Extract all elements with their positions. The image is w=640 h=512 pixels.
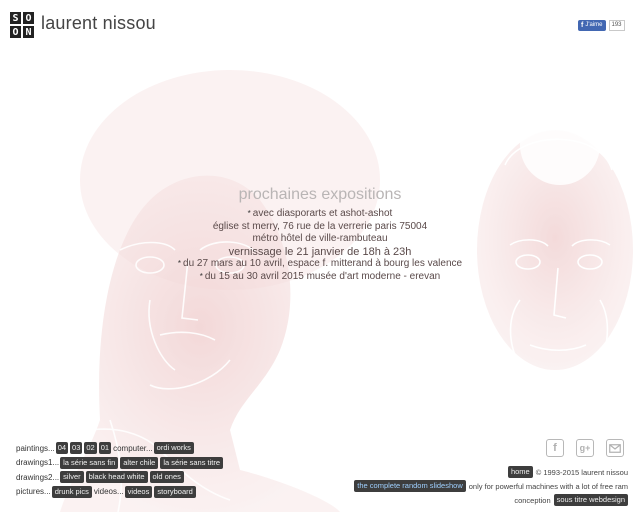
nav-link[interactable]: silver — [60, 471, 84, 484]
nav-link[interactable]: drunk pics — [51, 485, 92, 498]
logo-letter: O — [9, 25, 22, 39]
nav-row-paintings: paintings... 04 03 02 01 computer... ord… — [16, 441, 225, 456]
exhibition-line: église st merry, 76 rue de la verrerie p… — [212, 220, 428, 232]
footer-row: home © 1993-2015 laurent nissou — [354, 465, 628, 479]
exhibition-line: * du 27 mars au 10 avril, espace f. mitte… — [177, 258, 463, 269]
nav-link[interactable]: 02 — [84, 442, 97, 455]
google-plus-icon[interactable]: g+ — [576, 439, 594, 457]
exhibitions-title: prochaines expositions — [238, 186, 402, 203]
footer-row: the complete random slideshow only for p… — [354, 479, 628, 493]
slideshow-link[interactable]: the complete random slideshow — [354, 480, 466, 492]
nav-link[interactable]: videos — [124, 485, 153, 498]
email-icon[interactable] — [606, 439, 624, 457]
nav-link[interactable]: ordi works — [153, 442, 194, 455]
facebook-like-button[interactable]: f J'aime — [578, 19, 606, 31]
nav-label: computer... — [113, 443, 153, 453]
bullet-star: * — [247, 209, 251, 218]
nav-link[interactable]: la série sans fin — [60, 456, 119, 469]
footer-row: conception sous titre webdesign — [354, 493, 628, 507]
nav-label: videos... — [93, 487, 124, 497]
logo-letter: N — [22, 25, 35, 39]
facebook-like-count: 193 — [608, 19, 625, 31]
footer: home © 1993-2015 laurent nissou the comp… — [354, 465, 628, 507]
exhibition-line: * avec diasporarts et ashot-ashot — [247, 208, 393, 219]
nav-label: pictures... — [16, 487, 51, 497]
site-logo[interactable]: S O O N — [9, 11, 35, 39]
bullet-star: * — [199, 271, 203, 281]
facebook-icon[interactable]: f — [546, 439, 564, 457]
nav-link[interactable]: black head white — [85, 471, 148, 484]
nav-link[interactable]: 04 — [55, 442, 69, 455]
home-link[interactable]: home — [507, 466, 533, 478]
nav-row-pictures: pictures... drunk pics videos... videos … — [16, 485, 225, 500]
exhibitions-block: prochaines expositions * avec diasporarts… — [150, 186, 490, 283]
copyright-text: © 1993-2015 laurent nissou — [535, 467, 628, 477]
nav-link[interactable]: 03 — [70, 442, 83, 455]
facebook-like-widget: f J'aime 193 — [578, 19, 625, 31]
nav-label: drawings1... — [16, 458, 60, 468]
exhibition-line: vernissage le 21 janvier de 18h à 23h — [228, 245, 412, 258]
nav-link[interactable]: alter chile — [120, 456, 159, 469]
works-navigation: paintings... 04 03 02 01 computer... ord… — [16, 441, 225, 499]
bullet-star: * — [177, 259, 182, 268]
facebook-icon: f — [581, 21, 584, 29]
nav-link[interactable]: 01 — [98, 442, 112, 455]
conception-label: conception — [514, 495, 551, 505]
nav-link[interactable]: storyboard — [154, 485, 196, 498]
logo-letter: O — [22, 11, 35, 25]
nav-row-drawings1: drawings1... la série sans fin alter chi… — [16, 456, 225, 471]
exhibition-line: métro hôtel de ville-rambuteau — [252, 233, 388, 244]
facebook-like-label: J'aime — [585, 22, 603, 28]
nav-link[interactable]: la série sans titre — [160, 456, 224, 469]
nav-label: paintings... — [16, 443, 55, 453]
exhibition-line: * du 15 au 30 avril 2015 musée d'art mode… — [199, 270, 441, 282]
nav-label: drawings2... — [16, 472, 60, 482]
logo-letter: S — [9, 11, 22, 25]
nav-link[interactable]: old ones — [149, 471, 184, 484]
conception-link[interactable]: sous titre webdesign — [553, 494, 628, 506]
nav-row-drawings2: drawings2... silver black head white old… — [16, 470, 225, 485]
slideshow-note: only for powerful machines with a lot of… — [468, 481, 628, 491]
site-name[interactable]: laurent nissou — [41, 13, 156, 34]
